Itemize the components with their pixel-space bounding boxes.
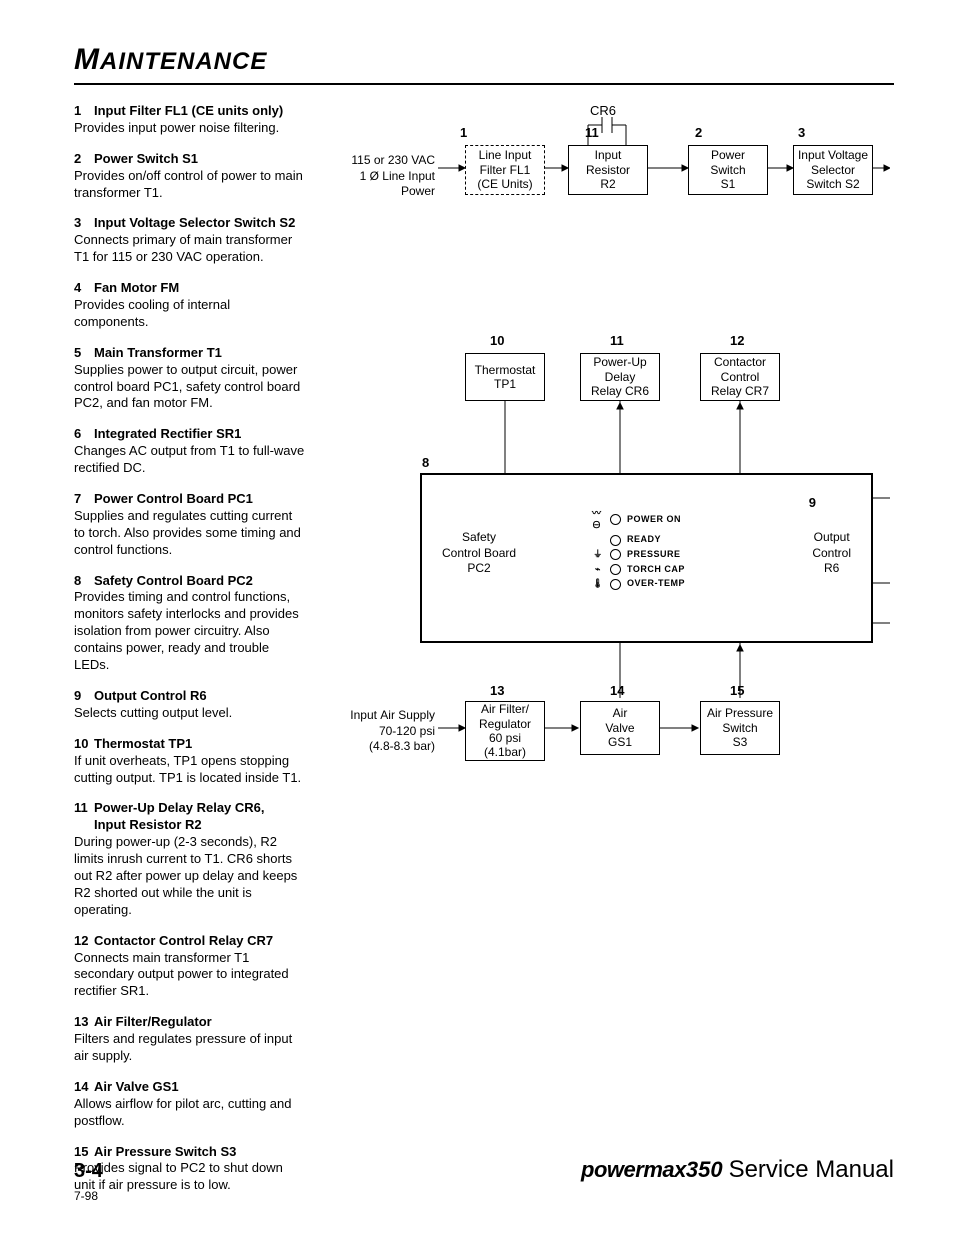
- definition-item: 8Safety Control Board PC2Provides timing…: [74, 573, 306, 674]
- num-14: 14: [610, 683, 624, 700]
- led-label: READY: [627, 534, 661, 546]
- title-rest: AINTENANCE: [100, 48, 267, 75]
- box-air-filter: Air Filter/Regulator60 psi(4.1bar): [465, 701, 545, 761]
- led-icon: ⌁: [592, 564, 604, 576]
- box-contactor-relay: ContactorControlRelay CR7: [700, 353, 780, 401]
- num-9: 9: [809, 495, 816, 512]
- section-title: MAINTENANCE: [74, 40, 894, 79]
- box-power-switch: PowerSwitchS1: [688, 145, 768, 195]
- title-rule: [74, 83, 894, 85]
- led-row: 🌡 OVER-TEMP: [592, 578, 685, 590]
- definition-item: 5Main Transformer T1Supplies power to ou…: [74, 345, 306, 413]
- definition-item: 11Power-Up Delay Relay CR6,Input Resisto…: [74, 800, 306, 918]
- safety-board-label: SafetyControl BoardPC2: [442, 530, 516, 577]
- num-11b: 11: [610, 333, 624, 350]
- led-row: ⏚ PRESSURE: [592, 549, 685, 561]
- output-control-label: OutputControlR6: [812, 530, 851, 577]
- led-label: OVER-TEMP: [627, 578, 685, 590]
- led-indicator-icon: [610, 564, 621, 575]
- led-label: POWER ON: [627, 514, 681, 526]
- led-indicator-icon: [610, 535, 621, 546]
- brand-powermax: powermax: [581, 1157, 686, 1182]
- led-label: TORCH CAP: [627, 564, 685, 576]
- led-indicator-icon: [610, 514, 621, 525]
- num-13: 13: [490, 683, 504, 700]
- definitions-column: 1Input Filter FL1 (CE units only)Provide…: [74, 103, 306, 1208]
- led-row: ⌁ TORCH CAP: [592, 564, 685, 576]
- num-8: 8: [422, 455, 429, 472]
- definition-item: 4Fan Motor FMProvides cooling of interna…: [74, 280, 306, 331]
- block-diagram: CR6: [330, 103, 890, 1003]
- led-icon: 〰⊖: [592, 508, 604, 531]
- input-power-label: 115 or 230 VAC1 Ø Line InputPower: [320, 153, 435, 200]
- led-icon: 🌡: [592, 578, 604, 590]
- led-icon: ⏚: [592, 549, 604, 561]
- box-thermostat: ThermostatTP1: [465, 353, 545, 401]
- num-15: 15: [730, 683, 744, 700]
- led-indicator-icon: [610, 549, 621, 560]
- definition-item: 2Power Switch S1Provides on/off control …: [74, 151, 306, 202]
- input-air-label: Input Air Supply70-120 psi(4.8-8.3 bar): [320, 708, 435, 755]
- page-number: 3-4: [74, 1158, 103, 1184]
- definition-item: 7Power Control Board PC1Supplies and reg…: [74, 491, 306, 559]
- num-11a: 11: [585, 125, 599, 142]
- num-2: 2: [695, 125, 702, 142]
- box-input-resistor: InputResistorR2: [568, 145, 648, 195]
- definition-item: 10Thermostat TP1If unit overheats, TP1 o…: [74, 736, 306, 787]
- definition-item: 12Contactor Control Relay CR7Connects ma…: [74, 933, 306, 1001]
- definition-item: 1Input Filter FL1 (CE units only)Provide…: [74, 103, 306, 137]
- num-1: 1: [460, 125, 467, 142]
- led-row: 〰⊖ POWER ON: [592, 508, 685, 531]
- definition-item: 9Output Control R6Selects cutting output…: [74, 688, 306, 722]
- num-12: 12: [730, 333, 744, 350]
- led-list: 〰⊖ POWER ON READY ⏚ PRESSURE ⌁ TORCH CAP 🌡 OVER-…: [592, 505, 685, 593]
- box-line-input-filter: Line InputFilter FL1(CE Units): [465, 145, 545, 195]
- definition-item: 6Integrated Rectifier SR1Changes AC outp…: [74, 426, 306, 477]
- box-voltage-selector: Input VoltageSelectorSwitch S2: [793, 145, 873, 195]
- led-row: READY: [592, 534, 685, 546]
- num-3: 3: [798, 125, 805, 142]
- title-big: M: [74, 43, 100, 76]
- definition-item: 3Input Voltage Selector Switch S2Connect…: [74, 215, 306, 266]
- service-manual: Service Manual: [729, 1156, 894, 1183]
- footer-date: 7-98: [74, 1189, 894, 1205]
- num-10: 10: [490, 333, 504, 350]
- page-footer: 3-4 powermax350Service Manual 7-98: [74, 1154, 894, 1205]
- cr6-label: CR6: [590, 103, 616, 120]
- box-air-valve: AirValveGS1: [580, 701, 660, 755]
- brand-350: 350: [686, 1157, 723, 1182]
- box-air-pressure-switch: Air PressureSwitchS3: [700, 701, 780, 755]
- led-indicator-icon: [610, 579, 621, 590]
- led-label: PRESSURE: [627, 549, 681, 561]
- definition-item: 14Air Valve GS1Allows airflow for pilot …: [74, 1079, 306, 1130]
- box-safety-control-board: SafetyControl BoardPC2 〰⊖ POWER ON READY ⏚ P…: [420, 473, 873, 643]
- box-powerup-delay: Power-UpDelayRelay CR6: [580, 353, 660, 401]
- brand-line: powermax350Service Manual: [581, 1154, 894, 1185]
- definition-item: 13Air Filter/RegulatorFilters and regula…: [74, 1014, 306, 1065]
